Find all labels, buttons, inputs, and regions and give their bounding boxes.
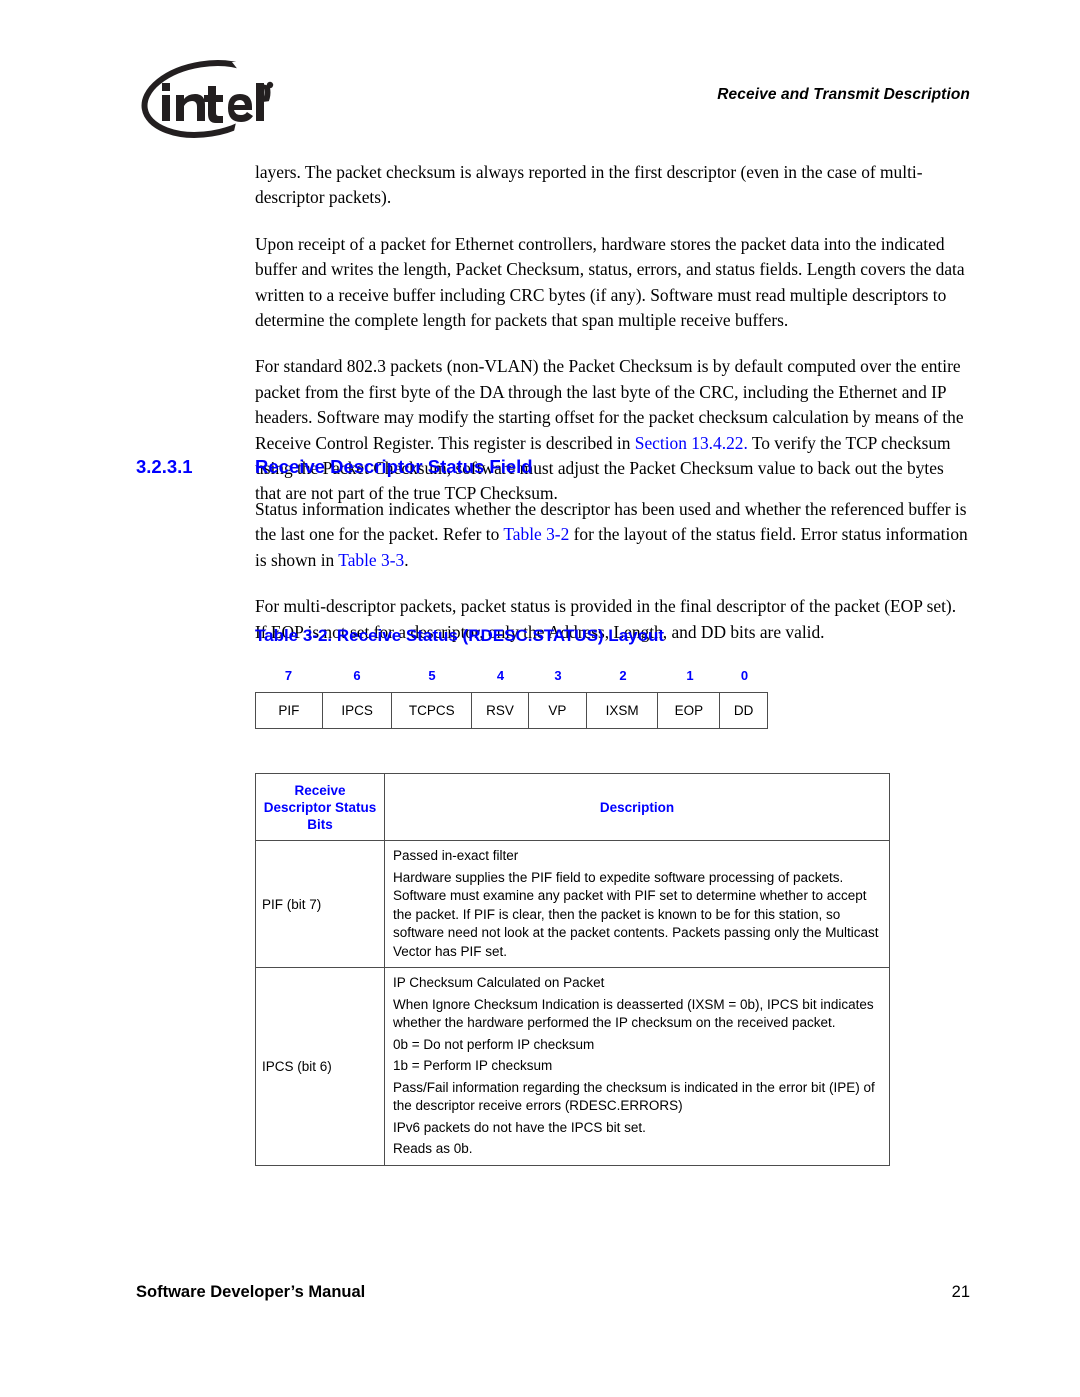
status-bits-description-table: Receive Descriptor Status Bits Descripti… — [255, 773, 890, 1166]
paragraph-4-part-c: . — [404, 549, 409, 570]
column-header-status-bits-line1: Receive — [294, 782, 346, 798]
bit-field-rsv: RSV — [472, 693, 529, 728]
bit-field-tcpcs: TCPCS — [392, 693, 473, 728]
footer-page-number: 21 — [951, 1283, 970, 1301]
paragraph-4: Status information indicates whether the… — [255, 497, 970, 573]
bit-number-1: 1 — [686, 668, 694, 683]
bit-field-ipcs: IPCS — [323, 693, 393, 728]
section-title: Receive Descriptor Status Field — [255, 456, 533, 477]
header-title: Receive and Transmit Description — [717, 86, 970, 103]
page-footer: Software Developer’s Manual 21 — [136, 1283, 970, 1302]
row-label-pif: PIF (bit 7) — [255, 840, 385, 968]
table-row: PIF (bit 7) Passed in-exact filter Hardw… — [255, 840, 890, 968]
description-line: IPv6 packets do not have the IPCS bit se… — [393, 1119, 646, 1135]
bit-field-row: PIF IPCS TCPCS RSV VP IXSM EOP DD — [255, 692, 768, 729]
bit-number-row: 7 6 5 4 3 2 1 0 — [255, 668, 768, 692]
bit-number-6: 6 — [353, 668, 361, 683]
link-table-3-3[interactable]: Table 3-3 — [338, 550, 404, 570]
section-number: 3.2.3.1 — [136, 456, 193, 477]
description-line: Passed in-exact filter — [393, 848, 519, 863]
section-heading: 3.2.3.1 Receive Descriptor Status Field — [136, 456, 976, 478]
column-header-status-bits-line2: Descriptor Status — [263, 799, 377, 815]
bit-layout-table: 7 6 5 4 3 2 1 0 PIF IPCS TCPCS RSV VP IX… — [255, 668, 768, 729]
description-line: Reads as 0b. — [393, 1141, 473, 1156]
bit-number-7: 7 — [284, 668, 293, 683]
bit-number-5: 5 — [428, 668, 436, 683]
table-header-row: Receive Descriptor Status Bits Descripti… — [255, 773, 890, 841]
table-caption: Table 3-2. Receive Status (RDESC.STATUS)… — [255, 626, 665, 645]
paragraph-1: layers. The packet checksum is always re… — [255, 162, 923, 208]
intel-logo — [136, 58, 278, 140]
description-line: Hardware supplies the PIF field to exped… — [393, 869, 879, 959]
table-row: IPCS (bit 6) IP Checksum Calculated on P… — [255, 967, 890, 1166]
page-header: Receive and Transmit Description — [0, 0, 1080, 150]
bit-number-4: 4 — [496, 668, 505, 683]
link-section-13-4-22[interactable]: Section 13.4.22. — [635, 433, 748, 453]
bit-number-2: 2 — [619, 668, 627, 683]
paragraph-2: Upon receipt of a packet for Ethernet co… — [255, 233, 965, 331]
description-line: IP Checksum Calculated on Packet — [393, 975, 605, 990]
row-description-ipcs: IP Checksum Calculated on Packet When Ig… — [384, 967, 890, 1166]
description-line: When Ignore Checksum Indication is deass… — [393, 996, 874, 1031]
paragraph-3: For standard 802.3 packets (non-VLAN) th… — [255, 354, 970, 506]
bit-field-ixsm: IXSM — [587, 693, 659, 728]
bit-field-vp: VP — [529, 693, 587, 728]
description-line: 0b = Do not perform IP checksum — [393, 1036, 595, 1052]
bit-number-3: 3 — [554, 668, 562, 683]
column-header-description: Description — [384, 773, 890, 841]
row-description-pif: Passed in-exact filter Hardware supplies… — [384, 840, 890, 968]
bit-field-pif: PIF — [256, 693, 323, 728]
bit-number-0: 0 — [740, 668, 749, 683]
link-table-3-2[interactable]: Table 3-2 — [503, 524, 569, 544]
description-line: 1b = Perform IP checksum — [393, 1058, 553, 1073]
column-header-status-bits: Receive Descriptor Status Bits — [255, 773, 385, 841]
footer-manual-title: Software Developer’s Manual — [136, 1283, 366, 1301]
bit-field-eop: EOP — [658, 693, 721, 728]
description-line: Pass/Fail information regarding the chec… — [393, 1079, 875, 1114]
bit-field-dd: DD — [733, 703, 754, 718]
column-header-status-bits-line3: Bits — [307, 816, 333, 832]
row-label-ipcs: IPCS (bit 6) — [255, 967, 385, 1166]
